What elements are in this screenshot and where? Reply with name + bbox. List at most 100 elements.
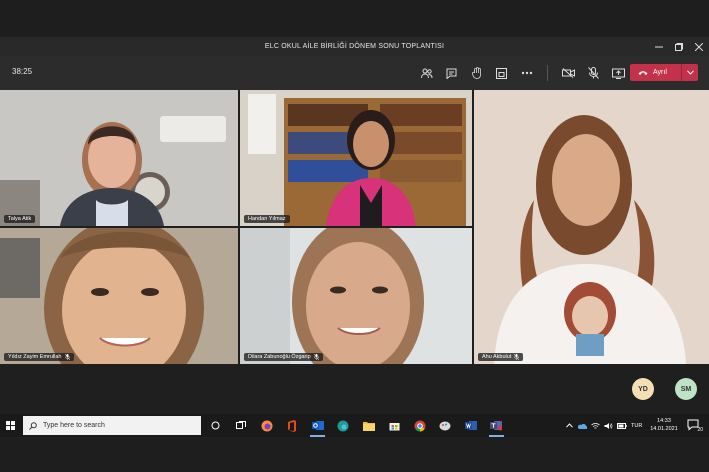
hidden-participants: YD SM bbox=[0, 378, 709, 404]
store-button[interactable] bbox=[382, 414, 408, 437]
share-icon bbox=[612, 68, 625, 79]
more-actions-button[interactable] bbox=[514, 64, 539, 82]
participant-video-image bbox=[240, 90, 472, 226]
mic-toggle-button[interactable] bbox=[581, 64, 606, 82]
chat-button[interactable] bbox=[439, 64, 464, 82]
participant-name: Ahu Akbulut bbox=[482, 354, 512, 360]
outlook-icon bbox=[311, 421, 324, 430]
word-icon bbox=[464, 421, 477, 430]
leave-button[interactable]: Ayrıl bbox=[630, 64, 698, 81]
participant-name: Talya Atik bbox=[8, 216, 32, 222]
participant-name-tag: Ahu Akbulut bbox=[478, 353, 524, 361]
video-tile[interactable]: Dilara Zabunoğlu Özgarip bbox=[240, 228, 472, 364]
file-explorer-button[interactable] bbox=[356, 414, 382, 437]
office-button[interactable] bbox=[280, 414, 306, 437]
edge-button[interactable] bbox=[331, 414, 357, 437]
window-titlebar: ELC OKUL AİLE BİRLİĞİ DÖNEM SONU TOPLANT… bbox=[0, 37, 709, 56]
participant-name: Handan Yılmaz bbox=[248, 216, 286, 222]
close-button[interactable] bbox=[689, 37, 709, 56]
action-center-button[interactable]: 20 bbox=[685, 417, 703, 434]
paint-button[interactable] bbox=[433, 414, 459, 437]
firefox-button[interactable] bbox=[254, 414, 280, 437]
keyboard-language[interactable]: TUR bbox=[631, 423, 642, 429]
mic-muted-icon bbox=[64, 354, 70, 360]
leave-options-button[interactable] bbox=[682, 70, 698, 75]
chrome-icon bbox=[414, 420, 426, 431]
chrome-button[interactable] bbox=[407, 414, 433, 437]
chevron-down-icon bbox=[686, 70, 694, 75]
toolbar-divider bbox=[547, 65, 548, 81]
participant-video-image bbox=[474, 90, 709, 364]
teams-button[interactable] bbox=[484, 414, 510, 437]
cortana-icon bbox=[211, 421, 220, 430]
store-icon bbox=[389, 423, 400, 431]
restore-button[interactable] bbox=[669, 37, 689, 56]
rooms-icon bbox=[496, 67, 507, 79]
avatar-initials: SM bbox=[680, 385, 692, 393]
mic-off-icon bbox=[588, 67, 599, 79]
raise-hand-icon bbox=[471, 67, 481, 79]
clock-time: 14:33 bbox=[657, 418, 671, 424]
network-icon[interactable] bbox=[591, 422, 600, 430]
participants-icon bbox=[420, 68, 432, 78]
window-controls bbox=[649, 37, 709, 56]
participant-name-tag: Dilara Zabunoğlu Özgarip bbox=[244, 353, 323, 361]
participant-video-image bbox=[240, 228, 472, 364]
bottom-letterbox bbox=[0, 437, 709, 472]
edge-icon bbox=[337, 420, 349, 431]
close-icon bbox=[695, 42, 703, 51]
participant-name-tag: Yıldız Zayim Emrullah bbox=[4, 353, 74, 361]
mic-muted-icon bbox=[313, 354, 319, 360]
chat-icon bbox=[446, 68, 457, 79]
volume-icon[interactable] bbox=[604, 422, 613, 430]
office-icon bbox=[288, 419, 297, 432]
share-screen-button[interactable] bbox=[606, 64, 631, 82]
search-placeholder: Type here to search bbox=[43, 422, 105, 429]
minimize-icon bbox=[655, 46, 663, 47]
meeting-timer: 38:25 bbox=[12, 67, 33, 76]
minimize-button[interactable] bbox=[649, 37, 669, 56]
participant-name-tag: Talya Atik bbox=[4, 215, 36, 223]
onedrive-icon[interactable] bbox=[577, 423, 587, 429]
outlook-button[interactable] bbox=[305, 414, 331, 437]
participants-button[interactable] bbox=[414, 64, 439, 82]
word-button[interactable] bbox=[458, 414, 484, 437]
file-explorer-icon bbox=[362, 421, 375, 431]
task-view-icon bbox=[236, 421, 247, 429]
windows-logo-icon bbox=[5, 421, 15, 430]
taskbar-search[interactable]: Type here to search bbox=[23, 416, 201, 435]
leave-call-main[interactable]: Ayrıl bbox=[630, 64, 682, 81]
camera-off-icon bbox=[562, 68, 575, 78]
avatar[interactable]: SM bbox=[675, 378, 697, 400]
task-view-button[interactable] bbox=[229, 414, 255, 437]
top-letterbox bbox=[0, 0, 709, 37]
system-tray: TUR bbox=[566, 414, 642, 437]
camera-toggle-button[interactable] bbox=[556, 64, 581, 82]
battery-icon[interactable] bbox=[617, 422, 627, 429]
meeting-toolbar: 38:25 Ayrıl bbox=[0, 56, 709, 90]
task-view-button[interactable] bbox=[203, 414, 229, 437]
start-button[interactable] bbox=[0, 414, 20, 437]
chevron-up-icon[interactable] bbox=[566, 423, 573, 428]
video-tile[interactable]: Yıldız Zayim Emrullah bbox=[0, 228, 238, 364]
mic-muted-icon bbox=[514, 354, 520, 360]
paint-icon bbox=[439, 421, 451, 430]
notification-count: 20 bbox=[697, 427, 703, 433]
restore-icon bbox=[675, 42, 683, 51]
breakout-rooms-button[interactable] bbox=[489, 64, 514, 82]
window-title: ELC OKUL AİLE BİRLİĞİ DÖNEM SONU TOPLANT… bbox=[264, 43, 445, 50]
participant-video-image bbox=[0, 90, 238, 226]
leave-label: Ayrıl bbox=[653, 69, 667, 76]
participant-name: Yıldız Zayim Emrullah bbox=[8, 354, 62, 360]
video-tile[interactable]: Handan Yılmaz bbox=[240, 90, 472, 226]
avatar[interactable]: YD bbox=[632, 378, 654, 400]
phone-hangup-icon bbox=[638, 70, 648, 75]
video-tile[interactable]: Ahu Akbulut bbox=[474, 90, 709, 364]
video-tile[interactable]: Talya Atik bbox=[0, 90, 238, 226]
clock-date: 14.01.2021 bbox=[650, 426, 678, 432]
participant-name: Dilara Zabunoğlu Özgarip bbox=[248, 354, 311, 360]
avatar-initials: YD bbox=[638, 385, 648, 393]
participant-video-image bbox=[0, 228, 238, 364]
taskbar-clock[interactable]: 14:33 14.01.2021 bbox=[648, 417, 680, 433]
raise-hand-button[interactable] bbox=[464, 64, 489, 82]
